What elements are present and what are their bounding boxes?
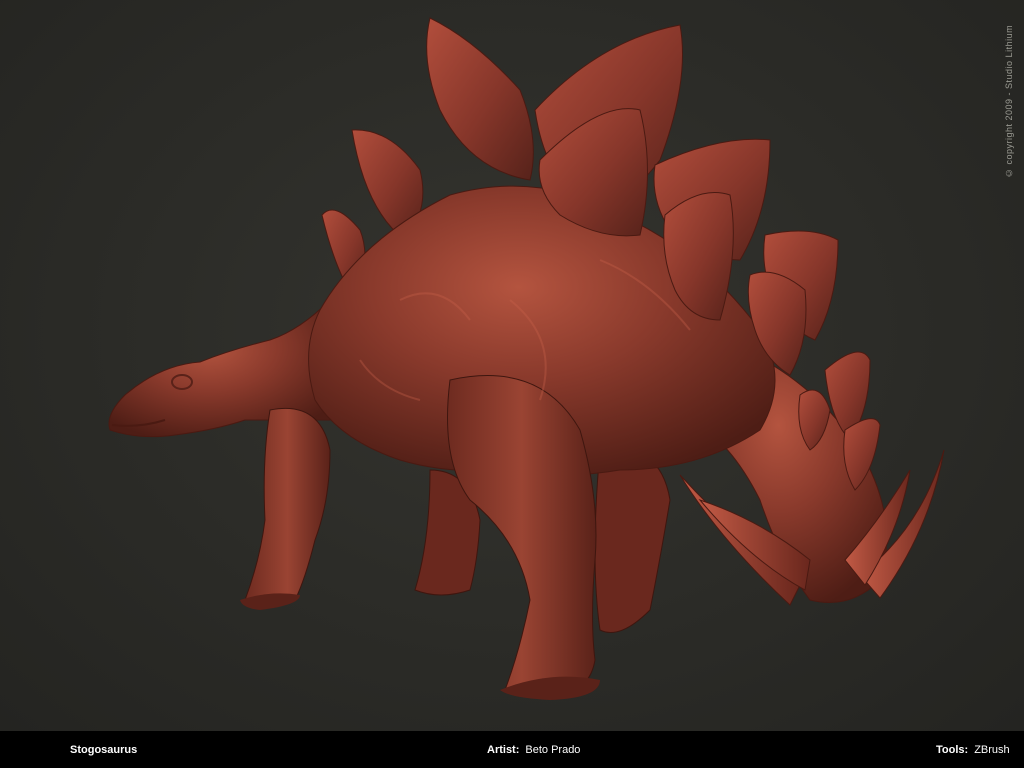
stegosaurus-sculpt [108,17,945,700]
front-leg [244,407,331,603]
render-viewport: © copyright 2009 - Studio Lithium [0,0,1024,731]
tools-credit: Tools: ZBrush [936,744,1010,756]
footer-bar: Stogosaurus Artist: Beto Prado Tools: ZBru… [0,731,1024,768]
tools-label: Tools: [936,744,969,756]
copyright-notice: © copyright 2009 - Studio Lithium [1004,24,1014,178]
artist-name: Beto Prado [525,744,581,756]
artist-label: Artist: [487,744,520,756]
tools-name: ZBrush [974,744,1010,756]
artist-credit: Artist: Beto Prado [487,744,580,756]
artwork-title: Stogosaurus [70,744,138,756]
